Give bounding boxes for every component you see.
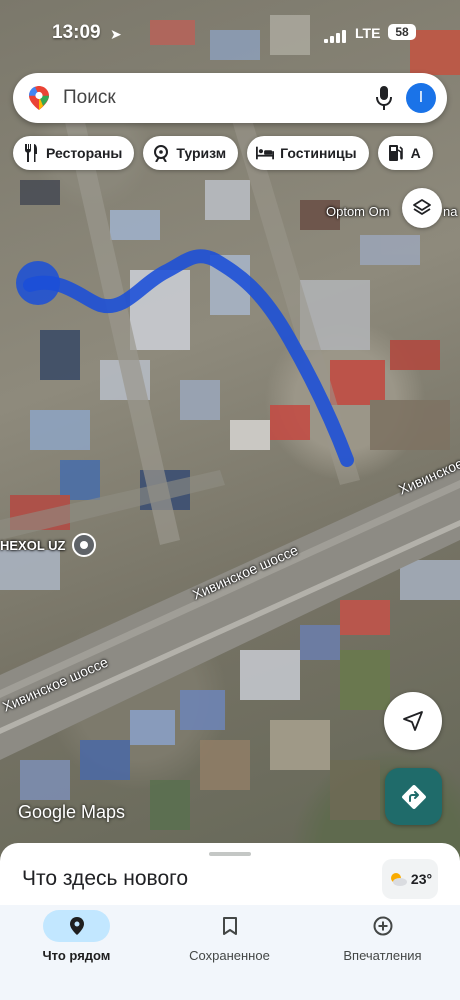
layers-button[interactable]: [402, 188, 442, 228]
navigation-arrow-icon: [403, 711, 423, 731]
add-contribute-icon: [349, 910, 416, 942]
status-time: 13:09: [52, 22, 101, 43]
hotel-icon: [256, 144, 275, 162]
nav-label: Что рядом: [42, 948, 111, 963]
restaurant-icon: [22, 144, 40, 162]
directions-button[interactable]: [385, 768, 442, 825]
poi-label-optom[interactable]: Optom Om: [326, 204, 390, 219]
chip-gas[interactable]: А: [377, 136, 433, 170]
account-avatar[interactable]: I: [406, 83, 436, 113]
place-marker-icon[interactable]: [72, 533, 96, 557]
category-chips: Рестораны Туризм Гостиницы А: [13, 136, 433, 170]
google-maps-attribution: Google Maps: [18, 802, 126, 822]
bookmark-icon: [196, 910, 263, 942]
sheet-drag-handle[interactable]: [209, 852, 251, 856]
sheet-title: Что здесь нового: [22, 867, 189, 890]
bottom-navigation: Что рядом Сохраненное Впечатления: [0, 905, 460, 1000]
nav-explore[interactable]: Что рядом: [0, 905, 153, 1000]
gas-station-icon: [387, 144, 405, 162]
nav-label: Впечатления: [343, 948, 422, 963]
google-maps-pin-icon: [29, 86, 49, 110]
chip-restaurants[interactable]: Рестораны: [13, 136, 135, 170]
poi-label-optom-tail: na: [443, 204, 458, 219]
layers-icon: [413, 199, 431, 215]
chip-label: А: [410, 145, 421, 161]
location-arrow-icon: ➤: [110, 26, 122, 42]
network-type: LTE: [355, 25, 381, 41]
chip-tourism[interactable]: Туризм: [143, 136, 239, 170]
explore-pin-icon: [43, 910, 110, 942]
chip-hotels[interactable]: Гостиницы: [247, 136, 369, 170]
search-bar[interactable]: Поиск I: [13, 73, 447, 123]
my-location-button[interactable]: [384, 692, 442, 750]
temperature: 23°: [410, 871, 433, 887]
nav-saved[interactable]: Сохраненное: [153, 905, 306, 1000]
attractions-icon: [152, 144, 170, 162]
status-bar: 13:09 ➤ LTE 58: [0, 20, 460, 48]
weather-badge[interactable]: 23°: [382, 859, 438, 899]
directions-icon: [401, 784, 426, 809]
battery-level: 58: [388, 24, 416, 40]
nav-label: Сохраненное: [189, 948, 270, 963]
poi-label-hexol[interactable]: HEXOL UZ: [0, 538, 66, 553]
chip-label: Рестораны: [46, 145, 123, 161]
avatar-letter: I: [418, 89, 424, 106]
microphone-icon[interactable]: [374, 85, 394, 111]
nav-contribute[interactable]: Впечатления: [306, 905, 459, 1000]
signal-icon: [324, 30, 346, 43]
chip-label: Туризм: [176, 145, 227, 161]
chip-label: Гостиницы: [280, 145, 357, 161]
search-input[interactable]: Поиск: [63, 87, 116, 109]
partly-sunny-icon: [390, 873, 407, 886]
route-origin: [16, 261, 60, 305]
